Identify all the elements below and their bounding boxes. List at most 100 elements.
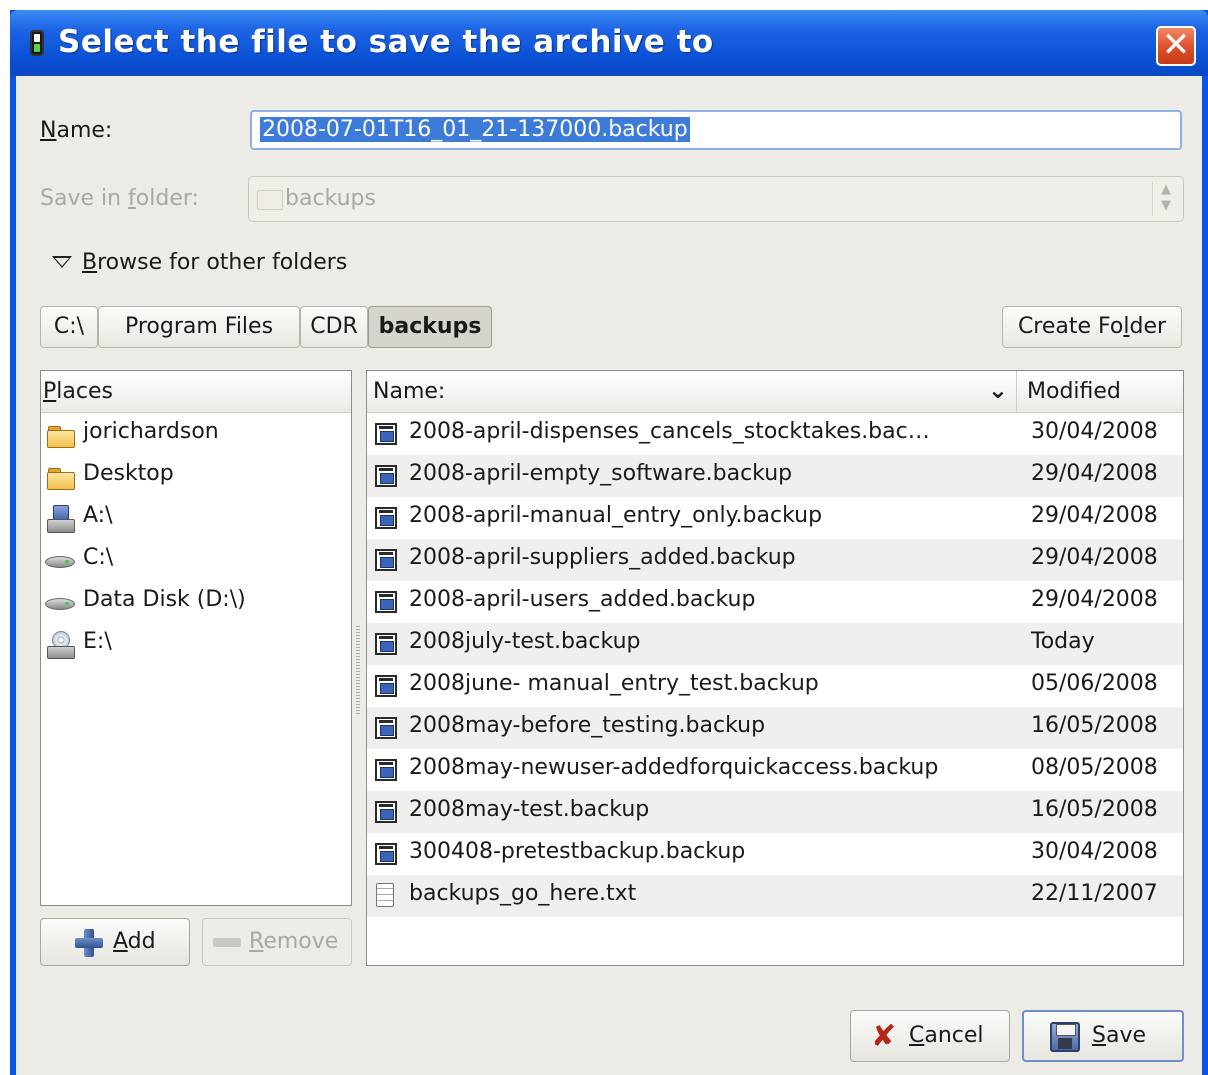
path-button-c-drive[interactable]: C:\ — [40, 306, 98, 348]
place-c-drive[interactable]: C:\ — [41, 539, 351, 581]
add-button[interactable]: Add — [40, 918, 190, 966]
file-modified: 16/05/2008 — [1031, 797, 1158, 822]
remove-label: Remove — [249, 929, 339, 954]
folder-icon — [47, 426, 75, 448]
file-name: 2008-april-empty_software.backup — [409, 461, 793, 486]
floppy-drive-icon — [47, 505, 75, 533]
file-modified: 29/04/2008 — [1031, 461, 1158, 486]
name-label: Name: — [40, 118, 113, 143]
app-icon — [30, 30, 44, 56]
folder-icon — [257, 190, 283, 210]
place-label: C:\ — [83, 545, 114, 570]
backup-file-icon — [375, 633, 397, 655]
places-header[interactable]: Places — [41, 371, 351, 413]
file-name: 2008-april-dispenses_cancels_stocktakes.… — [409, 419, 930, 444]
place-jorichardson[interactable]: jorichardson — [41, 413, 351, 455]
file-chooser-dialog: Select the file to save the archive to ✕… — [10, 10, 1208, 1075]
backup-file-icon — [375, 423, 397, 445]
file-name: 2008-april-manual_entry_only.backup — [409, 503, 823, 528]
save-in-folder-value: backups — [285, 186, 376, 211]
dialog-body: Name: 2008-07-01T16_01_21-137000.backup … — [16, 76, 1202, 1075]
save-in-folder-combo[interactable]: backups ▲ ▼ — [248, 176, 1184, 222]
place-a-drive[interactable]: A:\ — [41, 497, 351, 539]
place-label: Data Disk (D:\) — [83, 587, 246, 612]
add-label: Add — [113, 929, 156, 954]
file-name: 2008may-test.backup — [409, 797, 650, 822]
file-name: 2008may-newuser-addedforquickaccess.back… — [409, 755, 939, 780]
save-label: Save — [1092, 1023, 1147, 1048]
place-label: A:\ — [83, 503, 113, 528]
file-modified: 08/05/2008 — [1031, 755, 1158, 780]
create-folder-button[interactable]: Create Folder — [1002, 306, 1182, 348]
path-button-program-files[interactable]: Program Files — [98, 306, 300, 348]
file-list: Name: ⌄ Modified 2008-april-dispenses_ca… — [366, 370, 1184, 966]
place-label: E:\ — [83, 629, 112, 654]
file-row[interactable]: 2008-april-empty_software.backup 29/04/20… — [367, 455, 1183, 497]
file-row[interactable]: backups_go_here.txt 22/11/2007 — [367, 875, 1183, 917]
place-label: Desktop — [83, 461, 174, 486]
cd-drive-icon — [47, 631, 75, 659]
file-modified: 16/05/2008 — [1031, 713, 1158, 738]
backup-file-icon — [375, 759, 397, 781]
path-button-backups[interactable]: backups — [368, 306, 492, 348]
place-d-drive[interactable]: Data Disk (D:\) — [41, 581, 351, 623]
places-pane: Places jorichardson Desktop A:\ C:\ Data… — [40, 370, 352, 906]
backup-file-icon — [375, 549, 397, 571]
file-modified: 30/04/2008 — [1031, 839, 1158, 864]
place-e-drive[interactable]: E:\ — [41, 623, 351, 665]
file-row[interactable]: 2008-april-users_added.backup 29/04/2008 — [367, 581, 1183, 623]
window-title: Select the file to save the archive to — [58, 24, 714, 60]
cancel-button[interactable]: ✘ Cancel — [850, 1010, 1010, 1062]
file-row[interactable]: 2008june- manual_entry_test.backup 05/06/… — [367, 665, 1183, 707]
save-button[interactable]: Save — [1022, 1010, 1184, 1062]
close-button[interactable]: ✕ — [1156, 26, 1196, 66]
title-bar[interactable]: Select the file to save the archive to ✕ — [10, 10, 1208, 76]
file-row[interactable]: 2008-april-manual_entry_only.backup 29/04… — [367, 497, 1183, 539]
file-modified: 30/04/2008 — [1031, 419, 1158, 444]
file-modified: 05/06/2008 — [1031, 671, 1158, 696]
backup-file-icon — [375, 465, 397, 487]
file-name: 2008-april-suppliers_added.backup — [409, 545, 796, 570]
save-in-folder-label: Save in folder: — [40, 186, 199, 211]
file-modified: 29/04/2008 — [1031, 503, 1158, 528]
file-name: 2008-april-users_added.backup — [409, 587, 756, 612]
file-modified: 29/04/2008 — [1031, 587, 1158, 612]
backup-file-icon — [375, 843, 397, 865]
expander-triangle-icon[interactable] — [52, 256, 72, 268]
backup-file-icon — [375, 507, 397, 529]
file-row[interactable]: 2008may-newuser-addedforquickaccess.back… — [367, 749, 1183, 791]
path-button-cdr[interactable]: CDR — [300, 306, 368, 348]
place-label: jorichardson — [83, 419, 219, 444]
cancel-label: Cancel — [909, 1023, 984, 1048]
file-name: backups_go_here.txt — [409, 881, 637, 906]
pane-resize-handle[interactable] — [356, 624, 360, 714]
place-desktop[interactable]: Desktop — [41, 455, 351, 497]
file-row[interactable]: 2008-april-suppliers_added.backup 29/04/2… — [367, 539, 1183, 581]
file-row[interactable]: 2008july-test.backup Today — [367, 623, 1183, 665]
file-modified: Today — [1031, 629, 1095, 654]
remove-button[interactable]: Remove — [202, 918, 352, 966]
cancel-x-icon: ✘ — [871, 1019, 897, 1054]
column-header-name[interactable]: Name: ⌄ — [367, 371, 1017, 413]
name-input-value[interactable]: 2008-07-01T16_01_21-137000.backup — [260, 117, 690, 142]
file-row[interactable]: 300408-pretestbackup.backup 30/04/2008 — [367, 833, 1183, 875]
file-modified: 29/04/2008 — [1031, 545, 1158, 570]
hard-drive-icon — [45, 596, 75, 610]
browse-expander[interactable]: Browse for other folders — [82, 250, 347, 275]
file-name: 2008may-before_testing.backup — [409, 713, 766, 738]
up-down-arrows-icon: ▲ ▼ — [1152, 182, 1179, 216]
minus-icon — [213, 938, 241, 947]
floppy-disk-icon — [1050, 1022, 1080, 1052]
column-header-modified[interactable]: Modified — [1017, 371, 1183, 413]
folder-icon — [47, 468, 75, 490]
name-input[interactable]: 2008-07-01T16_01_21-137000.backup — [250, 110, 1182, 150]
plus-icon — [75, 929, 103, 957]
file-row[interactable]: 2008may-test.backup 16/05/2008 — [367, 791, 1183, 833]
file-name: 2008june- manual_entry_test.backup — [409, 671, 819, 696]
file-name: 300408-pretestbackup.backup — [409, 839, 746, 864]
backup-file-icon — [375, 591, 397, 613]
text-file-icon — [376, 883, 394, 907]
hard-drive-icon — [45, 554, 75, 568]
file-row[interactable]: 2008may-before_testing.backup 16/05/2008 — [367, 707, 1183, 749]
file-row[interactable]: 2008-april-dispenses_cancels_stocktakes.… — [367, 413, 1183, 455]
